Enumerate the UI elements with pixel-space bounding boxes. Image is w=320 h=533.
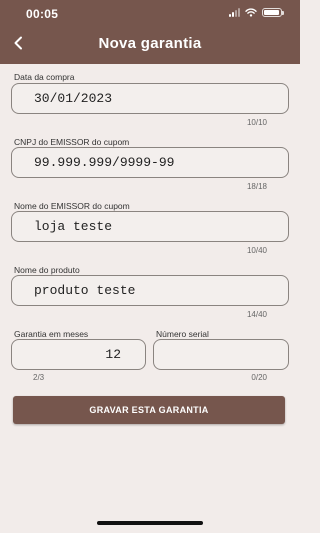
product-name-value: produto teste: [34, 283, 136, 298]
product-name-input[interactable]: produto teste: [11, 275, 289, 306]
product-name-label: Nome do produto: [14, 265, 80, 275]
battery-icon: [262, 8, 284, 17]
wifi-icon: [245, 8, 257, 17]
cnpj-input[interactable]: 99.999.999/9999-99: [11, 147, 289, 178]
page-title: Nova garantia: [98, 35, 202, 52]
warranty-months-input[interactable]: 12: [11, 339, 146, 370]
home-indicator: [97, 521, 203, 525]
cnpj-value: 99.999.999/9999-99: [34, 155, 175, 170]
serial-number-label: Número serial: [156, 329, 209, 339]
cnpj-label: CNPJ do EMISSOR do cupom: [14, 137, 130, 147]
purchase-date-value: 30/01/2023: [34, 91, 113, 106]
purchase-date-counter: 10/10: [246, 118, 267, 127]
save-warranty-label: GRAVAR ESTA GARANTIA: [89, 405, 209, 415]
product-name-counter: 14/40: [246, 310, 267, 319]
warranty-months-label: Garantia em meses: [14, 329, 89, 339]
purchase-date-label: Data da compra: [14, 72, 75, 82]
issuer-name-label: Nome do EMISSOR do cupom: [14, 201, 130, 211]
warranty-months-value: 12: [105, 347, 121, 362]
issuer-name-input[interactable]: loja teste: [11, 211, 289, 242]
cnpj-counter: 18/18: [246, 182, 267, 191]
serial-number-counter: 0/20: [251, 373, 267, 382]
signal-icon: [229, 8, 240, 17]
status-time: 00:05: [26, 7, 59, 21]
purchase-date-input[interactable]: 30/01/2023: [11, 83, 289, 114]
save-warranty-button[interactable]: GRAVAR ESTA GARANTIA: [13, 396, 285, 424]
issuer-name-value: loja teste: [34, 219, 113, 234]
issuer-name-counter: 10/40: [246, 246, 267, 255]
serial-number-input[interactable]: [153, 339, 289, 370]
warranty-months-counter: 2/3: [33, 373, 45, 382]
top-app-bar: 00:05 Nova garantia: [0, 0, 300, 64]
status-icons: [229, 8, 284, 17]
